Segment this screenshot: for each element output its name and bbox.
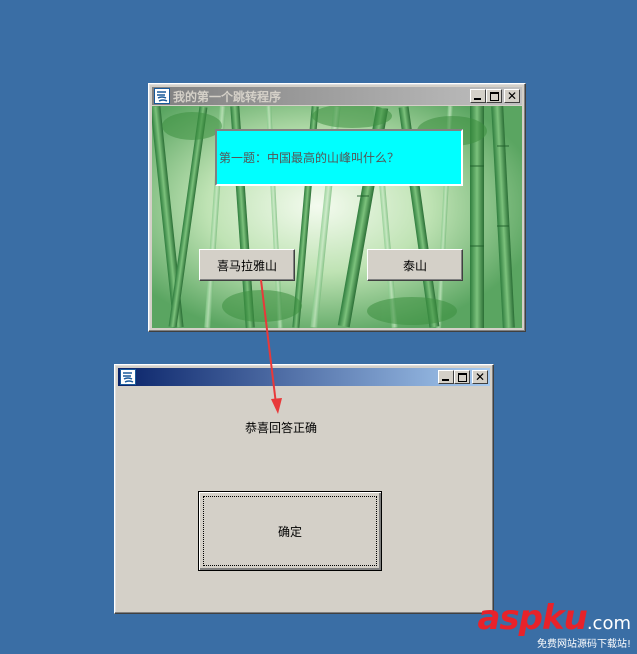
minimize-button[interactable] bbox=[438, 370, 454, 384]
maximize-button[interactable] bbox=[454, 370, 470, 384]
app-icon bbox=[154, 88, 170, 104]
bamboo-background: 第一题：中国最高的山峰叫什么？ 喜马拉雅山 泰山 bbox=[152, 106, 522, 328]
maximize-icon bbox=[458, 373, 467, 382]
answer-button-himalaya[interactable]: 喜马拉雅山 bbox=[199, 249, 295, 281]
close-button[interactable]: ✕ bbox=[504, 89, 520, 103]
maximize-button[interactable] bbox=[486, 89, 502, 103]
watermark-brand: aspku bbox=[477, 598, 587, 638]
close-icon: ✕ bbox=[506, 89, 518, 103]
maximize-icon bbox=[490, 92, 499, 101]
close-button[interactable]: ✕ bbox=[472, 370, 488, 384]
main-window-controls: ✕ bbox=[470, 89, 520, 103]
close-icon: ✕ bbox=[474, 370, 486, 384]
app-icon bbox=[120, 369, 136, 385]
watermark: aspku.com 免费网站源码下载站! bbox=[477, 601, 631, 650]
watermark-logo: aspku.com bbox=[477, 601, 631, 635]
main-window: 我的第一个跳转程序 ✕ 第一题：中国最高的山峰叫什么？ 喜马拉雅山 泰山 bbox=[148, 83, 526, 332]
result-message: 恭喜回答正确 bbox=[245, 421, 318, 435]
question-box: 第一题：中国最高的山峰叫什么？ bbox=[215, 129, 463, 186]
main-window-title: 我的第一个跳转程序 bbox=[173, 89, 282, 104]
question-text: 第一题：中国最高的山峰叫什么？ bbox=[219, 151, 400, 165]
result-window: ✕ 恭喜回答正确 确定 bbox=[114, 364, 494, 614]
result-titlebar[interactable]: ✕ bbox=[118, 368, 490, 386]
minimize-icon bbox=[474, 98, 481, 100]
result-window-controls: ✕ bbox=[438, 370, 488, 384]
main-titlebar[interactable]: 我的第一个跳转程序 ✕ bbox=[152, 87, 522, 105]
focus-rectangle bbox=[203, 496, 377, 566]
minimize-icon bbox=[442, 379, 449, 381]
answer-button-taishan[interactable]: 泰山 bbox=[367, 249, 463, 281]
minimize-button[interactable] bbox=[470, 89, 486, 103]
watermark-domain: .com bbox=[586, 613, 631, 634]
confirm-button[interactable]: 确定 bbox=[198, 491, 382, 571]
